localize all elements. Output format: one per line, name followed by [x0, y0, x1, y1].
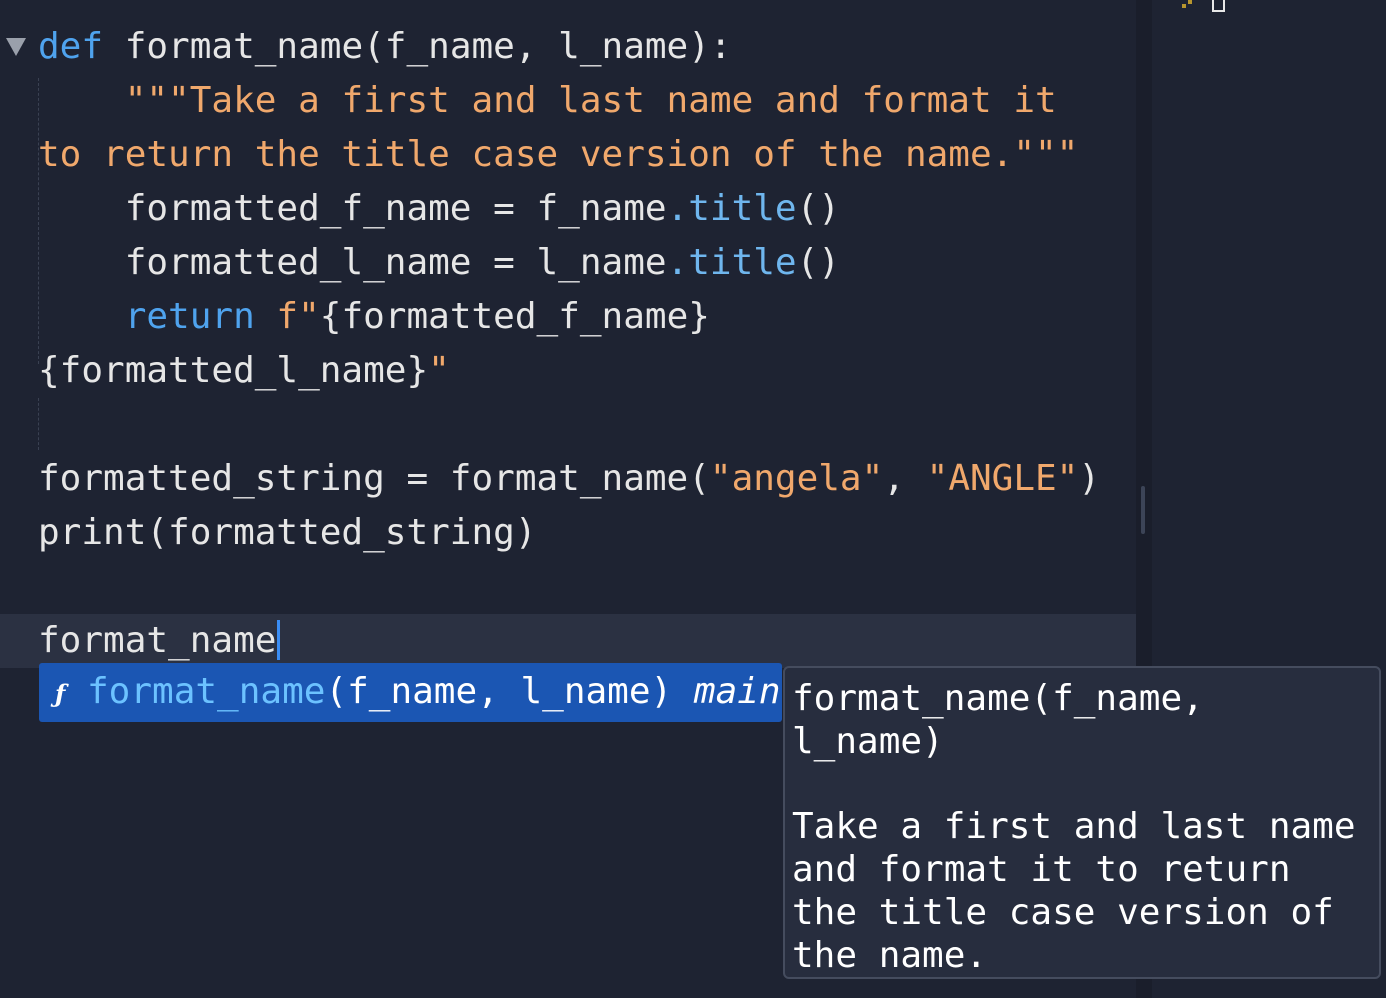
code-line-10[interactable]: print(formatted_string): [38, 511, 537, 555]
splitter-handle[interactable]: [1141, 486, 1145, 534]
code-text: ,: [883, 458, 927, 499]
docstring: """Take a first and last name and format…: [124, 80, 1057, 121]
code-text: (): [796, 242, 840, 283]
code-text: formatted_f_name = f_name: [124, 188, 667, 229]
code-text: (): [796, 188, 840, 229]
code-text: print(formatted_string): [38, 512, 537, 553]
keyword: def: [38, 26, 104, 67]
code-line-2[interactable]: """Take a first and last name and format…: [38, 79, 1057, 123]
cursor-box-icon: [1212, 0, 1225, 12]
code-text: formatted_string = format_name(: [38, 458, 710, 499]
code-text: {formatted_l_name}: [38, 350, 429, 391]
autocomplete-text: format_name(f_name, l_name) main: [87, 670, 781, 714]
fold-arrow-icon[interactable]: [6, 38, 26, 56]
code-text: formatted_l_name = l_name: [124, 242, 667, 283]
documentation-popup: format_name(f_name, l_name) Take a first…: [783, 666, 1381, 979]
code-text: format_name(f_name, l_name):: [103, 26, 732, 67]
code-line-9[interactable]: formatted_string = format_name("angela",…: [38, 457, 1100, 501]
code-line-12[interactable]: format_name: [38, 619, 281, 663]
doc-signature: format_name(f_name, l_name): [792, 678, 1204, 762]
doc-description: Take a first and last name and format it…: [792, 806, 1356, 976]
autocomplete-module: main: [693, 671, 781, 712]
autocomplete-signature: (f_name, l_name): [325, 671, 673, 712]
string-quote: ": [428, 350, 450, 391]
code-line-5[interactable]: formatted_l_name = l_name.title(): [38, 241, 840, 285]
code-text: ): [1078, 458, 1101, 499]
code-line-1[interactable]: def format_name(f_name, l_name):: [38, 25, 732, 69]
code-line-3[interactable]: to return the title case version of the …: [38, 133, 1078, 177]
string-literal: "angela": [709, 458, 884, 499]
autocomplete-name: format_name: [87, 671, 326, 712]
code-line-7[interactable]: {formatted_l_name}": [38, 349, 450, 393]
string-literal: "ANGLE": [926, 458, 1079, 499]
function-icon: ƒ: [55, 679, 66, 708]
fstring-prefix: f": [254, 296, 320, 337]
docstring: to return the title case version of the …: [38, 134, 1079, 175]
autocomplete-suggestion[interactable]: ƒ format_name(f_name, l_name) main: [39, 663, 782, 722]
text-cursor: [277, 620, 281, 660]
method-name: .title: [666, 242, 797, 283]
warning-marker-icon: [1182, 0, 1192, 8]
indent-guide: [38, 398, 39, 450]
keyword: return: [124, 296, 255, 337]
code-text: {formatted_f_name}: [319, 296, 710, 337]
code-text: format_name: [38, 620, 277, 661]
code-line-6[interactable]: return f"{formatted_f_name}: [38, 295, 710, 339]
code-line-4[interactable]: formatted_f_name = f_name.title(): [38, 187, 840, 231]
method-name: .title: [666, 188, 797, 229]
